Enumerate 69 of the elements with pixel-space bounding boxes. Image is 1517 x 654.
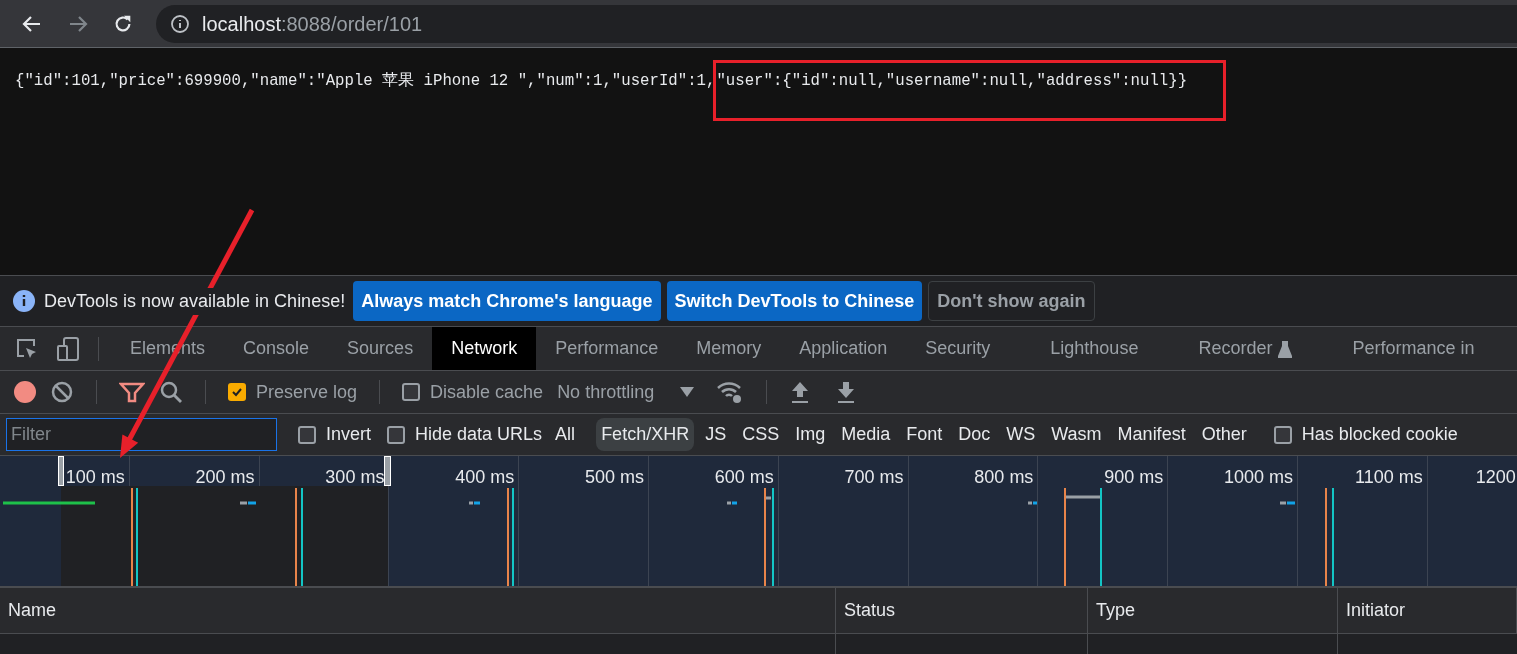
devtools-tab[interactable]: Application	[780, 327, 907, 370]
column-header[interactable]: Type	[1088, 588, 1338, 633]
timeline-tick-label: 600 ms	[714, 466, 774, 489]
highlighted-json-text: "user":{"id":null,"username":null,"address":null}}	[713, 60, 1227, 121]
info-icon	[12, 289, 36, 313]
resource-type-filter[interactable]: Fetch/XHR	[596, 418, 695, 451]
timeline-tick-label: 1200	[1475, 466, 1516, 489]
resource-type-filter[interactable]: JS	[700, 418, 732, 451]
device-toggle-icon[interactable]	[56, 335, 82, 362]
filter-icon[interactable]	[119, 380, 145, 404]
timeline-tick-label: 400 ms	[455, 466, 515, 489]
json-text: {"id":101,"price":699900,"name":"Apple 苹果 iPhone 12 ","num":1,"userId":1,	[15, 71, 716, 92]
checkbox-label: Hide data URLs	[415, 423, 543, 446]
infobar-button[interactable]: Always match Chrome's language	[353, 281, 661, 321]
record-button[interactable]	[14, 381, 36, 403]
clear-icon[interactable]	[50, 380, 74, 404]
devtools-tab[interactable]: Memory	[677, 327, 781, 370]
dropdown-caret-icon	[680, 387, 695, 397]
checkbox-label: Has blocked cookie	[1301, 423, 1458, 446]
checkbox-label: Disable cache	[430, 380, 544, 404]
timeline-tick-label: 1000 ms	[1223, 466, 1293, 489]
address-bar[interactable]: localhost:8088/order/101	[156, 4, 1517, 43]
column-header[interactable]: Initiator	[1338, 588, 1517, 633]
checkmark-icon	[231, 386, 243, 398]
timeline-tick-label: 500 ms	[584, 466, 644, 489]
resource-type-filter[interactable]: Doc	[953, 418, 996, 451]
info-icon	[170, 13, 190, 34]
devtools-tab[interactable]: Console	[224, 327, 329, 370]
devtools-tab[interactable]: Recorder	[1179, 327, 1312, 370]
resource-type-filter[interactable]: Manifest	[1112, 418, 1191, 451]
checkbox[interactable]	[402, 383, 421, 401]
timeline-tick-label: 900 ms	[1104, 466, 1164, 489]
resource-type-filter[interactable]: Img	[790, 418, 831, 451]
resource-type-filter[interactable]: Other	[1196, 418, 1252, 451]
checkbox[interactable]	[298, 425, 316, 444]
url-text: localhost:8088/order/101	[202, 11, 423, 37]
infobar-button[interactable]: Switch DevTools to Chinese	[666, 281, 923, 321]
checkbox[interactable]	[1273, 425, 1292, 444]
devtools-tab[interactable]: Network	[432, 327, 537, 370]
devtools-tab[interactable]: Performance in	[1333, 327, 1494, 370]
checkbox[interactable]	[387, 425, 406, 444]
timeline-tick-label: 100 ms	[65, 466, 125, 489]
resource-type-filter[interactable]: Wasm	[1046, 418, 1107, 451]
resource-type-filter[interactable]: Font	[901, 418, 948, 451]
checkbox-label: Invert	[326, 423, 372, 446]
checkbox-label: Preserve log	[256, 380, 358, 404]
overview-handle[interactable]	[58, 456, 64, 486]
timeline-tick-label: 700 ms	[844, 466, 904, 489]
resource-type-filter[interactable]: Media	[836, 418, 896, 451]
column-header[interactable]: Status	[836, 588, 1088, 633]
filter-input[interactable]: Filter	[6, 418, 277, 451]
devtools-tab[interactable]: Security	[906, 327, 1010, 370]
checkbox[interactable]	[228, 383, 246, 401]
resource-type-filter[interactable]: WS	[1001, 418, 1041, 451]
resource-type-filter[interactable]: CSS	[737, 418, 785, 451]
timeline-tick-label: 1100 ms	[1355, 466, 1423, 489]
overview-handle[interactable]	[384, 456, 391, 486]
infobar-button[interactable]: Don't show again	[928, 281, 1095, 321]
column-header[interactable]: Name	[0, 588, 836, 633]
search-icon[interactable]	[159, 380, 183, 404]
timeline-tick-label: 800 ms	[974, 466, 1034, 489]
timeline-tick-label: 200 ms	[195, 466, 255, 489]
devtools-tab[interactable]: Lighthouse	[1031, 327, 1158, 370]
devtools-tab[interactable]: Sources	[328, 327, 433, 370]
timeline-tick-label: 300 ms	[325, 466, 385, 489]
resource-type-filter[interactable]: All	[550, 418, 581, 451]
devtools-tab[interactable]: Performance	[536, 327, 678, 370]
throttling-dropdown[interactable]: No throttling	[557, 378, 695, 406]
infobar-message: DevTools is now available in Chinese!	[44, 287, 346, 315]
